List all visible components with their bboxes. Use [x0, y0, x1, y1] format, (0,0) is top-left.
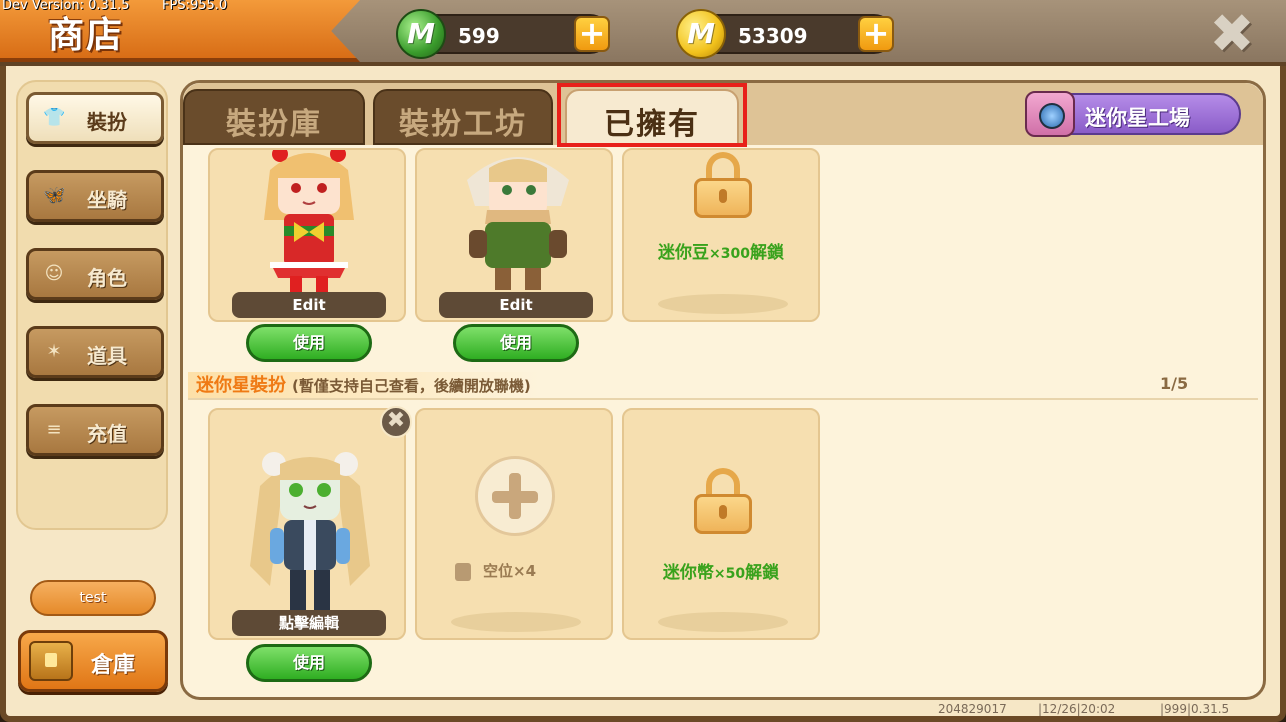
- ministar-outfit-card[interactable]: 點擊編輯: [208, 408, 406, 640]
- warehouse-button[interactable]: 倉庫: [18, 630, 168, 692]
- shirt-icon: 👕: [43, 107, 66, 128]
- sidebar-item-label: 角色: [87, 266, 127, 290]
- page-title: 商店: [48, 15, 125, 56]
- use-button[interactable]: 使用: [246, 324, 372, 362]
- sidebar-item-label: 充值: [87, 422, 127, 446]
- section-note: (暫僅支持自己查看，後續開放聯機): [292, 377, 531, 395]
- empty-slot-count: 空位×4: [455, 560, 536, 581]
- coin-stack-icon: ≡: [46, 419, 62, 440]
- tab-outfit-workshop[interactable]: 裝扮工坊: [373, 89, 553, 145]
- gold-m-coin-icon: M: [676, 9, 726, 59]
- owned-outfit-card-1[interactable]: Edit: [208, 148, 406, 322]
- workshop-label: 迷你星工場: [1085, 106, 1190, 130]
- sidebar-item-outfit[interactable]: 👕 裝扮: [26, 92, 164, 144]
- lock-icon: [694, 468, 752, 534]
- sidebar-item-character[interactable]: ☺ 角色: [26, 248, 164, 300]
- tab-outfit-library[interactable]: 裝扮庫: [183, 89, 365, 145]
- sidebar-item-label: 坐騎: [87, 188, 127, 212]
- coin-currency: M 53309 +: [676, 9, 894, 59]
- character-icon: ☺: [44, 263, 64, 284]
- camera-icon: [1025, 91, 1075, 137]
- use-button[interactable]: 使用: [453, 324, 579, 362]
- top-bar: 商店 Dev Version: 0.31.5 FPS:955.0 M 599 +…: [0, 0, 1286, 66]
- lock-icon: [694, 152, 752, 218]
- page-counter: 1/5: [1160, 374, 1189, 393]
- empty-slot-card[interactable]: 空位×4: [415, 408, 613, 640]
- add-slot-icon: [475, 456, 555, 536]
- butterfly-icon: 🦋: [43, 185, 66, 206]
- remove-icon[interactable]: ✖: [380, 406, 412, 438]
- locked-slot-card[interactable]: 迷你豆×300解鎖: [622, 148, 820, 322]
- party-popper-icon: ✶: [46, 341, 62, 362]
- section-title: 迷你星裝扮 (暫僅支持自己查看，後續開放聯機): [188, 372, 539, 400]
- add-gems-button[interactable]: +: [574, 16, 610, 52]
- christmas-girl-avatar: [264, 150, 354, 294]
- user-id: 204829017: [938, 702, 1007, 716]
- winter-coat-avatar: [467, 157, 569, 290]
- ministar-workshop-button[interactable]: 迷你星工場: [1025, 91, 1241, 137]
- divider: [188, 398, 1258, 400]
- unlock-requirement: 迷你豆×300解鎖: [658, 243, 784, 263]
- owned-outfit-card-2[interactable]: Edit: [415, 148, 613, 322]
- gem-amount: 599: [458, 24, 500, 48]
- gem-currency: M 599 +: [396, 9, 610, 59]
- sidebar-item-label: 裝扮: [87, 110, 127, 134]
- sidebar-item-mount[interactable]: 🦋 坐騎: [26, 170, 164, 222]
- test-button[interactable]: test: [30, 580, 156, 616]
- edit-bar[interactable]: Edit: [439, 292, 593, 318]
- build-info: |999|0.31.5: [1160, 702, 1230, 716]
- treasure-chest-icon: [29, 641, 73, 681]
- edit-bar[interactable]: Edit: [232, 292, 386, 318]
- warehouse-label: 倉庫: [91, 653, 136, 678]
- add-coins-button[interactable]: +: [858, 16, 894, 52]
- unlock-requirement: 迷你幣×50解鎖: [662, 563, 780, 583]
- tap-to-edit-bar[interactable]: 點擊編輯: [232, 610, 386, 636]
- fps-counter: FPS:955.0: [162, 0, 228, 13]
- sidebar-item-props[interactable]: ✶ 道具: [26, 326, 164, 378]
- card-shadow: [451, 612, 581, 632]
- tab-label: 裝扮工坊: [399, 107, 527, 142]
- timestamp: |12/26|20:02: [1038, 702, 1116, 716]
- green-gem-icon: M: [396, 9, 446, 59]
- coin-amount: 53309: [738, 24, 808, 48]
- locked-slot-card[interactable]: 迷你幣×50解鎖: [622, 408, 820, 640]
- card-shadow: [658, 612, 788, 632]
- sidebar-item-label: 道具: [87, 344, 127, 368]
- card-shadow: [658, 294, 788, 314]
- use-button[interactable]: 使用: [246, 644, 372, 682]
- category-sidebar: 👕 裝扮 🦋 坐騎 ☺ 角色 ✶ 道具 ≡ 充值: [16, 80, 168, 530]
- dev-version-text: Dev Version: 0.31.5: [2, 0, 130, 13]
- tab-label: 裝扮庫: [226, 107, 322, 142]
- sidebar-item-recharge[interactable]: ≡ 充值: [26, 404, 164, 456]
- ministar-girl-avatar: [250, 452, 370, 610]
- slot-icon: [455, 562, 471, 581]
- highlight-box: [557, 83, 747, 147]
- close-icon[interactable]: ✖: [1208, 7, 1256, 61]
